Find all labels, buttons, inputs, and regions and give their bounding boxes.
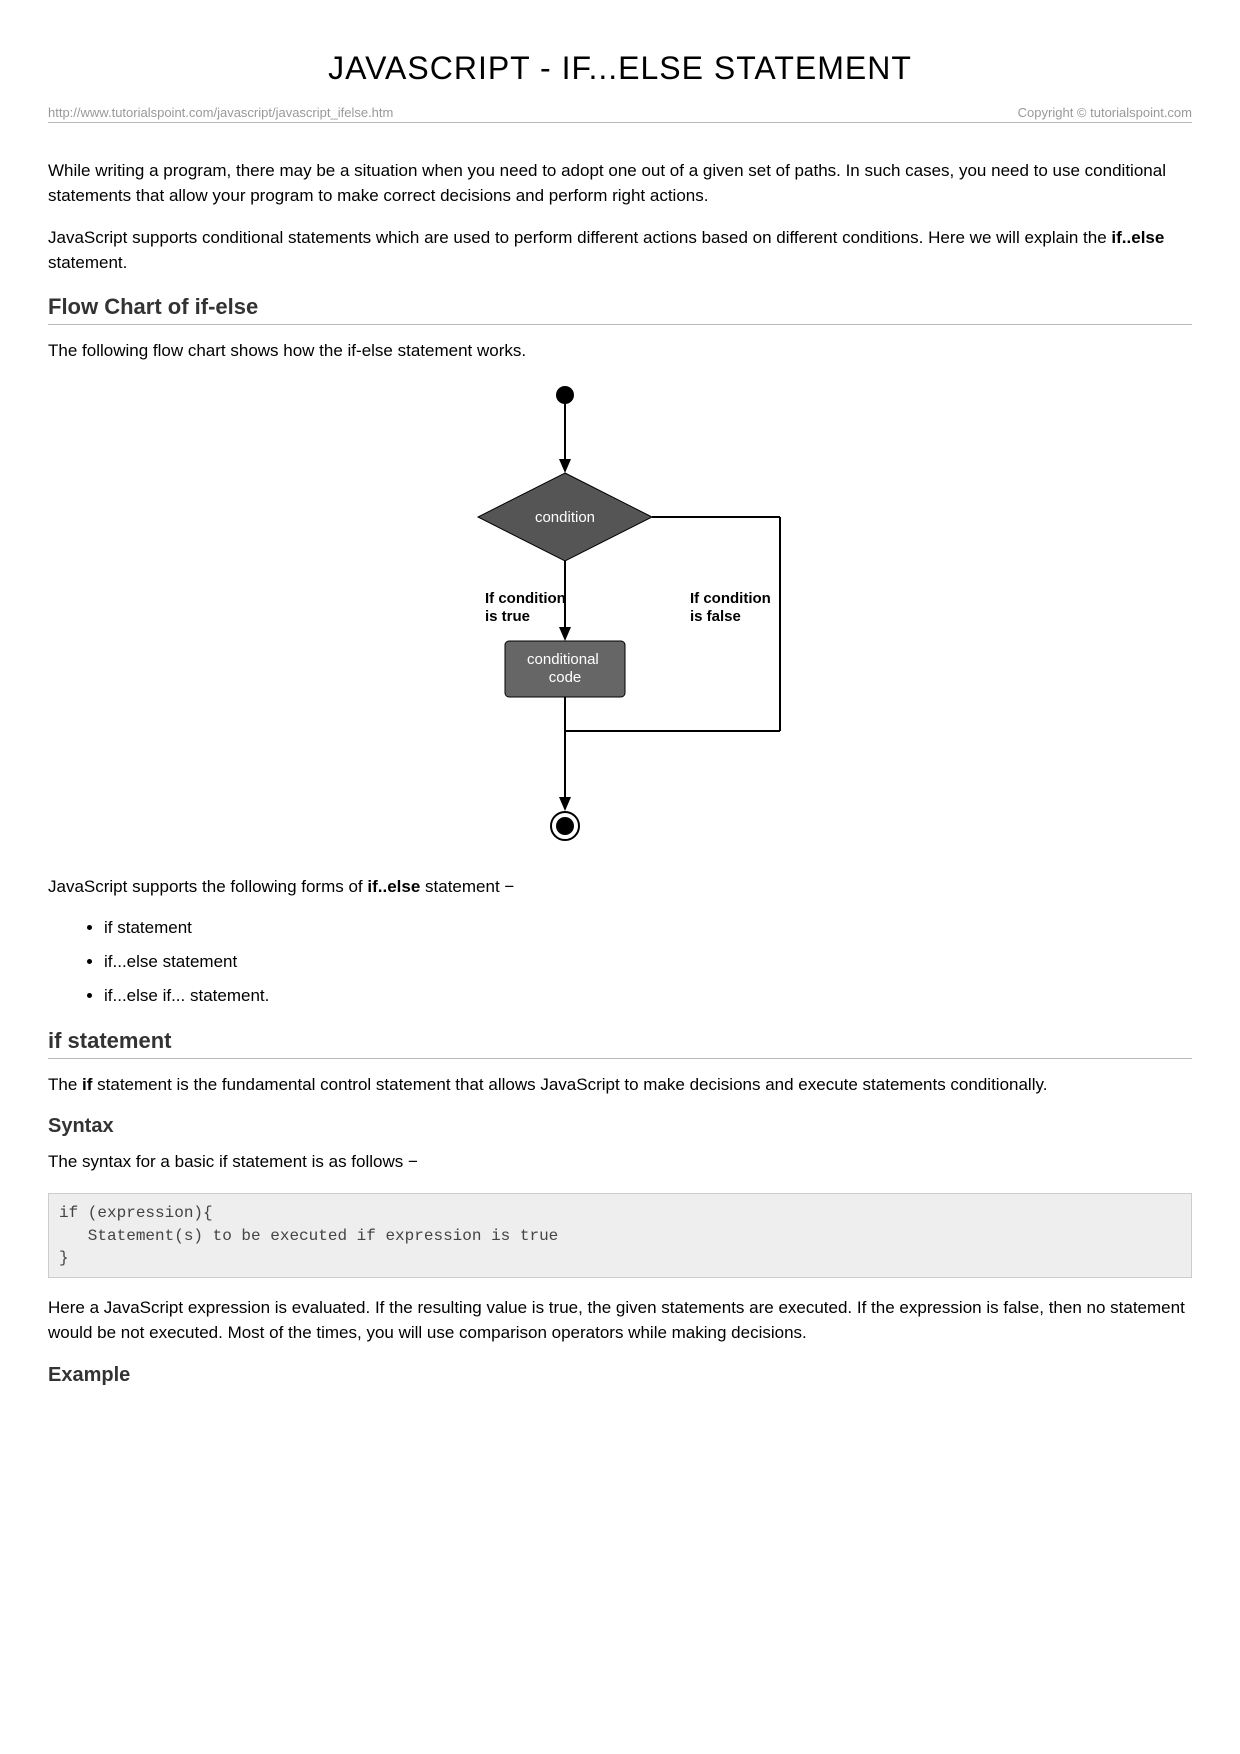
heading-if-statement: if statement bbox=[48, 1028, 1192, 1059]
list-item: if...else if... statement. bbox=[104, 986, 1192, 1006]
syntax-intro: The syntax for a basic if statement is a… bbox=[48, 1150, 1192, 1175]
page-title: JAVASCRIPT - IF...ELSE STATEMENT bbox=[48, 50, 1192, 87]
if-desc-bold: if bbox=[82, 1075, 92, 1094]
intro-paragraph-1: While writing a program, there may be a … bbox=[48, 159, 1192, 208]
flowchart-diagram: condition If condition is true If condit… bbox=[390, 381, 850, 851]
intro2-post: statement. bbox=[48, 253, 127, 272]
flow-false-label: If condition is false bbox=[690, 590, 775, 625]
forms-intro-pre: JavaScript supports the following forms … bbox=[48, 877, 367, 896]
forms-intro: JavaScript supports the following forms … bbox=[48, 875, 1192, 900]
if-desc-pre: The bbox=[48, 1075, 82, 1094]
forms-intro-bold: if..else bbox=[367, 877, 420, 896]
heading-syntax: Syntax bbox=[48, 1115, 1192, 1138]
copyright-text: Copyright © tutorialspoint.com bbox=[1018, 105, 1192, 120]
forms-list: if statement if...else statement if...el… bbox=[104, 918, 1192, 1006]
intro2-bold: if..else bbox=[1111, 228, 1164, 247]
flow-condition-label: condition bbox=[535, 509, 595, 526]
heading-flowchart: Flow Chart of if-else bbox=[48, 294, 1192, 325]
intro2-pre: JavaScript supports conditional statemen… bbox=[48, 228, 1111, 247]
syntax-explanation: Here a JavaScript expression is evaluate… bbox=[48, 1296, 1192, 1345]
syntax-code-block: if (expression){ Statement(s) to be exec… bbox=[48, 1193, 1192, 1278]
list-item: if...else statement bbox=[104, 952, 1192, 972]
list-item: if statement bbox=[104, 918, 1192, 938]
flow-true-label: If condition is true bbox=[485, 590, 570, 625]
if-desc-post: statement is the fundamental control sta… bbox=[92, 1075, 1047, 1094]
heading-example: Example bbox=[48, 1364, 1192, 1387]
if-description: The if statement is the fundamental cont… bbox=[48, 1073, 1192, 1098]
syntax-after-pre: Here a JavaScript expression is evaluate… bbox=[48, 1298, 736, 1317]
flow-intro: The following flow chart shows how the i… bbox=[48, 339, 1192, 364]
source-url-link[interactable]: http://www.tutorialspoint.com/javascript… bbox=[48, 105, 393, 120]
meta-bar: http://www.tutorialspoint.com/javascript… bbox=[48, 105, 1192, 123]
forms-intro-post: statement − bbox=[420, 877, 514, 896]
intro-paragraph-2: JavaScript supports conditional statemen… bbox=[48, 226, 1192, 275]
